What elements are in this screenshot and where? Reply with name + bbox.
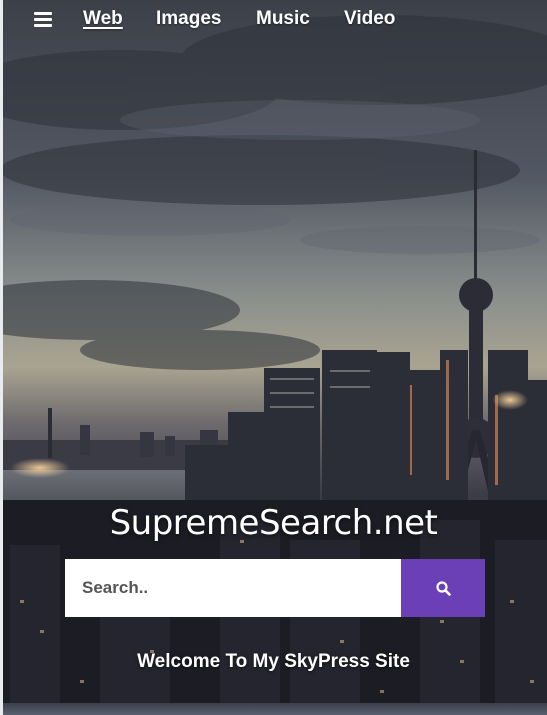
search-icon bbox=[436, 581, 451, 596]
search-button[interactable] bbox=[401, 559, 485, 617]
left-edge bbox=[0, 0, 3, 715]
bottom-strip bbox=[0, 703, 547, 715]
search-homepage: Web Images Music Video SupremeSearch.net… bbox=[0, 0, 547, 715]
search-input[interactable] bbox=[65, 559, 401, 617]
search-bar bbox=[65, 559, 485, 617]
nav-tab-music[interactable]: Music bbox=[256, 8, 310, 30]
nav-tab-web[interactable]: Web bbox=[83, 8, 123, 30]
site-tagline: Welcome To My SkyPress Site bbox=[137, 651, 410, 672]
top-nav: Web Images Music Video bbox=[0, 0, 547, 40]
site-logo: SupremeSearch.net bbox=[109, 503, 438, 543]
hamburger-menu-icon[interactable] bbox=[34, 11, 52, 27]
nav-tab-images[interactable]: Images bbox=[156, 8, 221, 30]
nav-tab-video[interactable]: Video bbox=[344, 8, 395, 30]
